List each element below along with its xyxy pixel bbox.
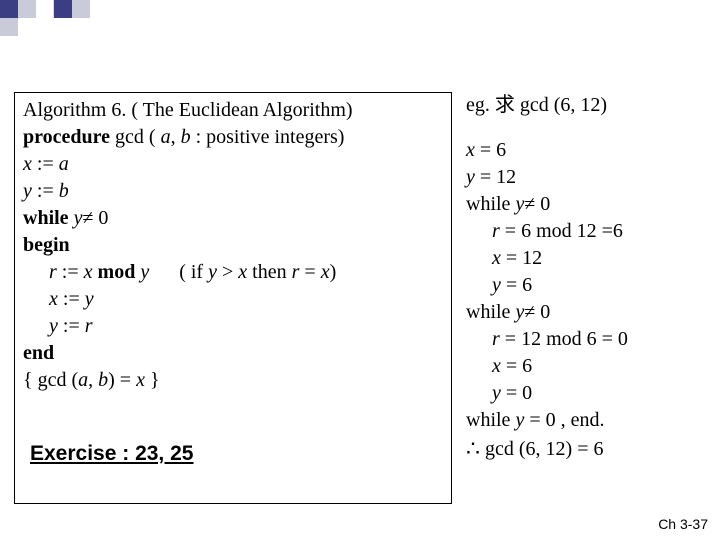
algo-line: x := a — [23, 151, 443, 178]
algo-line: while y≠ 0 — [23, 205, 443, 232]
exercise-line: Exercise : 23, 25 — [30, 442, 193, 466]
algo-line: begin — [23, 232, 443, 259]
trace-line: x = 12 — [466, 245, 628, 272]
trace-line: while y≠ 0 — [466, 191, 628, 218]
trace-conclusion: ∴ gcd (6, 12) = 6 — [466, 434, 628, 464]
trace-line: r = 6 mod 12 =6 — [466, 218, 628, 245]
trace-line: while y≠ 0 — [466, 299, 628, 326]
algo-line: r := x mod y ( if y > x then r = x) — [23, 259, 443, 286]
slide-decor-left — [0, 0, 18, 36]
algo-proc: procedure gcd ( a, b : positive integers… — [23, 124, 443, 151]
trace-line: y = 6 — [466, 272, 628, 299]
trace-line: r = 12 mod 6 = 0 — [466, 326, 628, 353]
algo-line: { gcd (a, b) = x } — [23, 367, 443, 394]
algo-line: end — [23, 340, 443, 367]
trace-line: y = 12 — [466, 164, 628, 191]
algo-line: x := y — [23, 286, 443, 313]
algo-line: y := r — [23, 313, 443, 340]
trace-line: while y = 0 , end. — [466, 407, 628, 434]
eg-title: eg. 求 gcd (6, 12) — [466, 92, 628, 119]
trace-line: y = 0 — [466, 380, 628, 407]
example-trace: eg. 求 gcd (6, 12) x = 6 y = 12 while y≠ … — [466, 92, 628, 504]
trace-line: x = 6 — [466, 353, 628, 380]
algo-title: Algorithm 6. ( The Euclidean Algorithm) — [23, 97, 443, 124]
trace-line: x = 6 — [466, 137, 628, 164]
algo-line: y := b — [23, 178, 443, 205]
slide-number: Ch 3-37 — [658, 516, 708, 532]
